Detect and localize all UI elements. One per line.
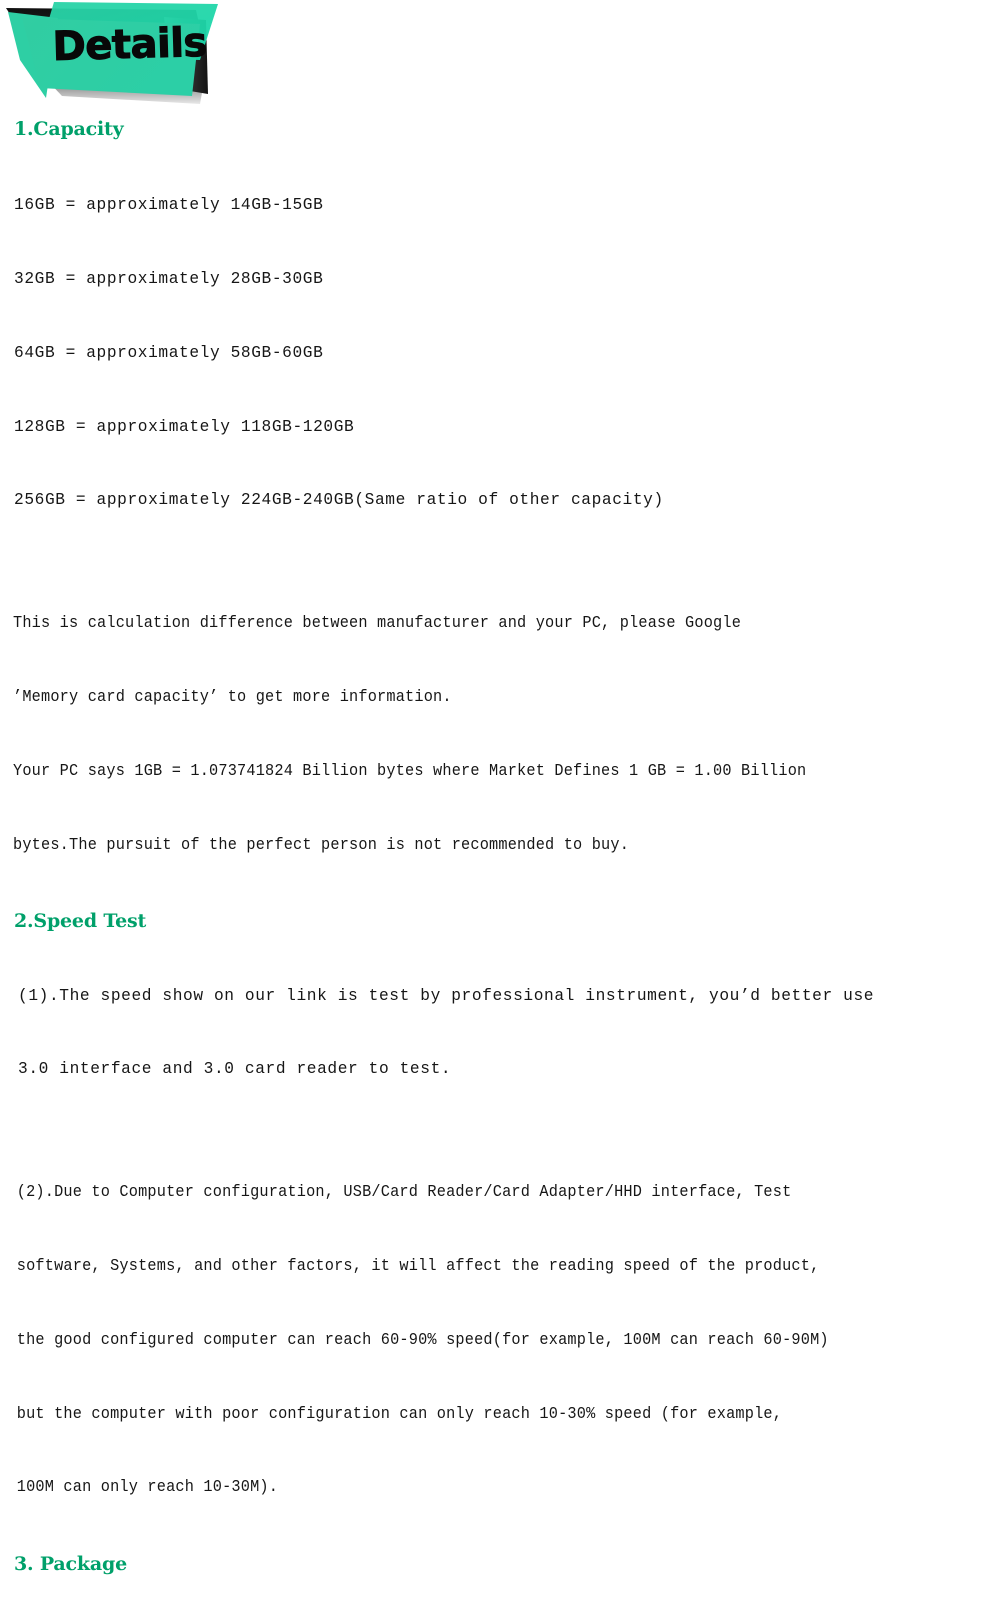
package-notes: (1).If you choose the item with gift(lik…	[0, 1577, 930, 1610]
text-line: (1).The speed show on our link is test b…	[18, 986, 875, 1005]
text-line: 16GB = approximately 14GB-15GB	[14, 196, 324, 215]
section-package: 3. Package (1).If you choose the item wi…	[0, 1553, 1000, 1610]
capacity-note: This is calculation difference between m…	[0, 562, 930, 906]
text-line: 100M can only reach 10-30M).	[16, 1477, 279, 1497]
text-line: bytes.The pursuit of the perfect person …	[13, 834, 630, 854]
details-banner: Details	[0, 0, 1000, 112]
text-line: 64GB = approximately 58GB-60GB	[14, 343, 324, 362]
speed-note-2: (2).Due to Computer configuration, USB/C…	[0, 1131, 930, 1549]
speed-note-1: (1).The speed show on our link is test b…	[0, 934, 1000, 1131]
section-speed-test: 2.Speed Test (1).The speed show on our l…	[0, 910, 1000, 1549]
details-content: 1.Capacity 16GB = approximately 14GB-15G…	[0, 118, 1000, 1610]
text-line: but the computer with poor configuration…	[16, 1403, 783, 1423]
text-line: ’Memory card capacity’ to get more infor…	[13, 687, 452, 707]
heading-capacity: 1.Capacity	[14, 118, 124, 140]
heading-speed-test: 2.Speed Test	[14, 910, 147, 933]
capacity-list: 16GB = approximately 14GB-15GB 32GB = ap…	[0, 144, 1000, 562]
section-capacity: 1.Capacity 16GB = approximately 14GB-15G…	[0, 118, 1000, 906]
text-line: Your PC says 1GB = 1.073741824 Billion b…	[13, 760, 807, 780]
text-line: This is calculation difference between m…	[13, 613, 742, 633]
text-line: 32GB = approximately 28GB-30GB	[14, 269, 324, 288]
text-line: 3.0 interface and 3.0 card reader to tes…	[18, 1060, 452, 1079]
text-line: software, Systems, and other factors, it…	[16, 1256, 820, 1276]
text-line: the good configured computer can reach 6…	[16, 1329, 829, 1349]
text-line: 256GB = approximately 224GB-240GB(Same r…	[14, 491, 664, 510]
text-line: 128GB = approximately 118GB-120GB	[14, 417, 355, 436]
text-line: (2).Due to Computer configuration, USB/C…	[16, 1182, 792, 1202]
banner-title: Details	[51, 19, 208, 70]
heading-package: 3. Package	[14, 1553, 127, 1576]
